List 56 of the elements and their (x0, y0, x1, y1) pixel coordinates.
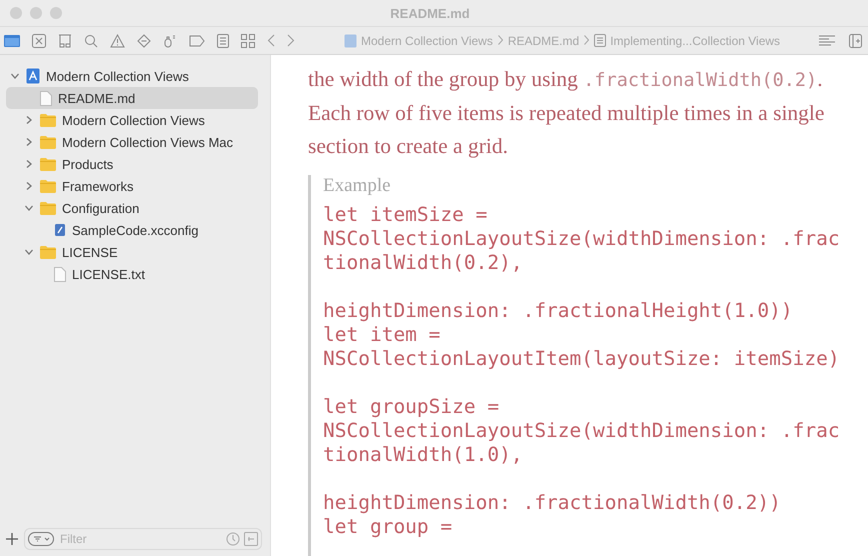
filter-menu-icon[interactable] (28, 532, 54, 546)
tag-icon[interactable] (189, 34, 205, 46)
disclosure-chevron-icon[interactable] (24, 159, 34, 169)
project-icon (26, 68, 40, 84)
window-title: README.md (390, 6, 470, 20)
example-label: Example (323, 175, 391, 197)
tree-item[interactable]: SampleCode.xcconfig (6, 219, 258, 241)
config-file-icon (54, 223, 66, 237)
project-icon (344, 34, 357, 48)
filter-field[interactable]: Filter (24, 528, 262, 550)
tree-item[interactable]: Modern Collection Views (6, 65, 258, 87)
forward-icon[interactable] (287, 34, 295, 47)
disclosure-chevron-icon[interactable] (24, 115, 34, 125)
code-line: let item = (323, 323, 440, 347)
disclosure-chevron-icon[interactable] (24, 137, 34, 147)
tree-item[interactable]: LICENSE (6, 241, 258, 263)
disclosure-chevron-icon[interactable] (10, 71, 20, 81)
chevron-icon (584, 34, 590, 44)
code-line: heightDimension: .fractionalHeight(1.0)) (323, 299, 793, 323)
code-line: NSCollectionLayoutItem(layoutSize: itemSize) (323, 347, 840, 371)
filter-input[interactable]: Filter (58, 531, 222, 547)
add-editor-icon[interactable] (849, 34, 862, 48)
warning-icon[interactable] (110, 34, 125, 48)
code-line: heightDimension: .fractionalWidth(0.2)) (323, 491, 781, 515)
tree-item[interactable]: Modern Collection Views Mac (6, 131, 258, 153)
code-line: tionalWidth(1.0), (323, 443, 523, 467)
document-icon (40, 90, 52, 106)
tree-item[interactable]: Frameworks (6, 175, 258, 197)
disclosure-chevron-icon[interactable] (24, 181, 34, 191)
grid-icon[interactable] (241, 34, 255, 48)
scope-icon[interactable] (244, 532, 258, 546)
add-icon[interactable] (6, 533, 18, 545)
code-line: NSCollectionLayoutSize(widthDimension: .frac (323, 227, 840, 251)
code-line: let groupSize = (323, 395, 500, 419)
tree-item[interactable]: LICENSE.txt (6, 263, 258, 285)
code-line: let group = (323, 515, 452, 539)
tree-item[interactable]: Products (6, 153, 258, 175)
chevron-icon (498, 34, 503, 44)
lines-icon[interactable] (819, 34, 835, 46)
list-icon (594, 34, 606, 47)
code-line: let itemSize = (323, 203, 488, 227)
clock-icon[interactable] (226, 532, 240, 546)
disclosure-chevron-icon[interactable] (24, 203, 34, 213)
square-x-icon[interactable] (32, 34, 46, 48)
back-icon[interactable] (267, 34, 275, 47)
document-icon (54, 266, 66, 282)
tree-item[interactable]: Configuration (6, 197, 258, 219)
diamond-icon[interactable] (137, 34, 151, 48)
paragraph: the width of the group by using .fractionalWidth(0.2). Each row of five items is repeated multiple times in a single section to create a grid. (308, 66, 826, 160)
list-icon[interactable] (217, 34, 229, 48)
tree-item[interactable]: README.md (6, 87, 258, 109)
disclosure-chevron-icon[interactable] (24, 247, 34, 257)
code-line: tionalWidth(0.2), (323, 251, 523, 275)
tree-item[interactable]: Modern Collection Views (6, 109, 258, 131)
code-line: NSCollectionLayoutSize(widthDimension: .frac (323, 419, 840, 443)
search-icon[interactable] (84, 34, 98, 48)
